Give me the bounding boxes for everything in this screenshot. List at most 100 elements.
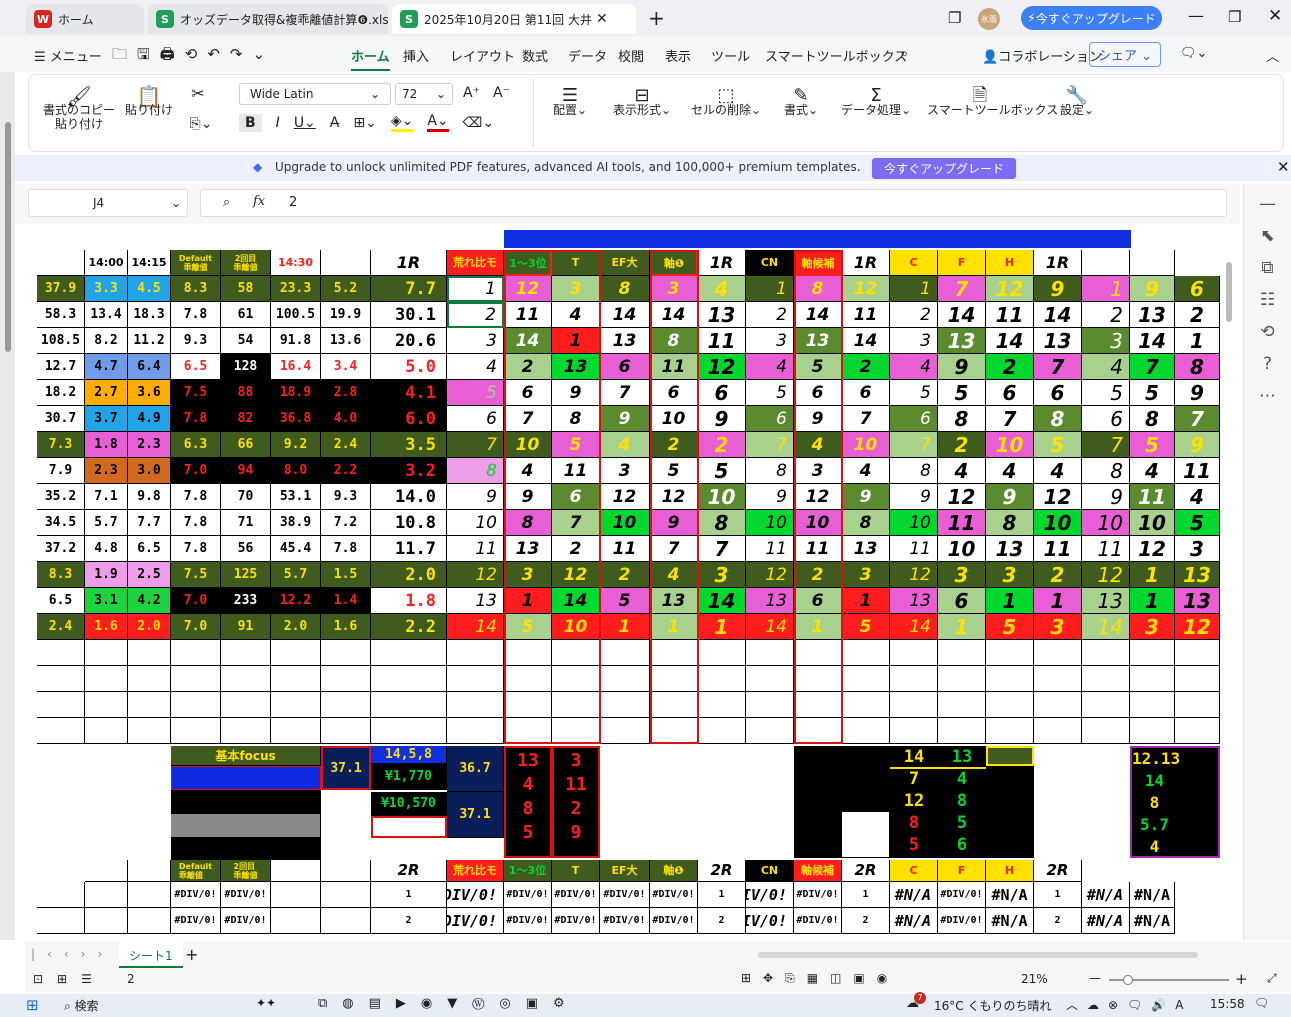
header2-cell[interactable] [321, 860, 371, 882]
table-cell[interactable]: 9 [1175, 432, 1220, 458]
empty-cell[interactable] [271, 718, 321, 744]
empty-cell[interactable] [447, 718, 504, 744]
table-cell[interactable]: 9 [447, 484, 504, 510]
table-cell[interactable]: 13 [794, 328, 842, 354]
delete-cells-button[interactable]: ⬚ セルの削除⌄ [691, 87, 761, 118]
focus-value-1[interactable]: 37.1 [321, 746, 371, 790]
name-box[interactable]: J4 ⌄ [28, 189, 188, 217]
table-cell[interactable]: 3 [986, 562, 1034, 588]
table-cell[interactable]: 8 [504, 510, 552, 536]
table-cell[interactable]: 1.8 [371, 588, 447, 614]
table-cell[interactable]: 6 [600, 354, 650, 380]
table-cell[interactable]: 11 [794, 536, 842, 562]
empty-cell[interactable] [1082, 640, 1130, 666]
empty-cell[interactable] [447, 692, 504, 718]
empty-cell[interactable] [171, 692, 221, 718]
error-cell[interactable]: #N/A [1130, 908, 1175, 934]
table-cell[interactable]: 1 [552, 328, 600, 354]
table-cell[interactable]: 5 [842, 614, 890, 640]
table-cell[interactable]: 2.0 [371, 562, 447, 588]
table-cell[interactable]: 125 [221, 562, 271, 588]
zoom-slider[interactable] [1109, 975, 1229, 985]
table-cell[interactable]: 14 [842, 328, 890, 354]
table-cell[interactable]: 7 [746, 432, 794, 458]
error-cell[interactable]: 1 [842, 882, 890, 908]
table-cell[interactable]: 10 [698, 484, 746, 510]
empty-cell[interactable] [938, 640, 986, 666]
table-cell[interactable]: 3 [698, 562, 746, 588]
error-cell[interactable]: #N/A [1082, 882, 1130, 908]
menu-home[interactable]: ホーム [351, 46, 390, 71]
empty-cell[interactable] [650, 666, 698, 692]
table-cell[interactable]: 14 [1034, 302, 1082, 328]
bold-button[interactable]: B [239, 113, 262, 132]
empty-cell[interactable] [504, 718, 552, 744]
table-cell[interactable]: 7.5 [171, 562, 221, 588]
table-cell[interactable]: 9 [746, 484, 794, 510]
error-cell[interactable]: #DIV/0! [447, 908, 504, 934]
error-cell[interactable]: #DIV/0! [600, 908, 650, 934]
table-cell[interactable]: 4 [842, 458, 890, 484]
empty-cell[interactable] [552, 718, 600, 744]
table-cell[interactable]: 13 [890, 588, 938, 614]
table-cell[interactable]: 2 [1082, 302, 1130, 328]
error-cell[interactable]: #DIV/0! [221, 908, 271, 934]
table-cell[interactable]: 12 [938, 484, 986, 510]
empty-cell[interactable] [128, 882, 171, 908]
focus-black-bar[interactable] [171, 838, 321, 860]
table-cell[interactable]: 2.7 [85, 380, 128, 406]
table-cell[interactable]: 3 [746, 328, 794, 354]
table-cell[interactable]: 14 [552, 588, 600, 614]
table-cell[interactable]: 30.1 [371, 302, 447, 328]
table-cell[interactable]: 4 [698, 276, 746, 302]
clear-icon[interactable]: ⌫⌄ [463, 115, 495, 131]
table-cell[interactable]: 1.8 [85, 432, 128, 458]
focus-value-2[interactable]: 36.7 [447, 746, 504, 792]
header2-cell[interactable] [271, 860, 321, 882]
table-cell[interactable]: 13.4 [85, 302, 128, 328]
fullscreen-icon[interactable]: ⤢ [1267, 971, 1277, 986]
header2-cell[interactable]: 2R [842, 860, 890, 882]
table-cell[interactable]: 6 [1034, 380, 1082, 406]
restore-window-icon[interactable]: ❐ [948, 9, 961, 27]
table-cell[interactable]: 4 [938, 458, 986, 484]
empty-cell[interactable] [600, 640, 650, 666]
table-cell[interactable]: 18.3 [128, 302, 171, 328]
table-cell[interactable]: 10 [890, 510, 938, 536]
table-cell[interactable]: 11 [650, 354, 698, 380]
header2-cell[interactable]: T [552, 860, 600, 882]
table-cell[interactable]: 5 [938, 380, 986, 406]
table-cell[interactable]: 7 [842, 406, 890, 432]
error-cell[interactable]: #N/A [986, 908, 1034, 934]
empty-cell[interactable] [371, 640, 447, 666]
empty-cell[interactable] [938, 718, 986, 744]
table-cell[interactable]: 9 [504, 484, 552, 510]
table-cell[interactable]: 13 [1034, 328, 1082, 354]
table-cell[interactable]: 7.3 [37, 432, 85, 458]
table-cell[interactable]: 61 [221, 302, 271, 328]
error-cell[interactable]: #DIV/0! [221, 882, 271, 908]
tab-active-file[interactable]: S 2025年10月20日 第11回 大井 ✕ [392, 4, 636, 34]
table-cell[interactable]: 4 [986, 458, 1034, 484]
table-cell[interactable]: 34.5 [37, 510, 85, 536]
table-cell[interactable]: 1 [447, 276, 504, 302]
table-cell[interactable]: 5 [1175, 510, 1220, 536]
table-cell[interactable]: 2 [890, 302, 938, 328]
smart-toolbox-button[interactable]: 🗎 スマートツールボックス [927, 87, 1058, 118]
header-cell[interactable]: Default 乖離値 [171, 250, 221, 276]
paste-button[interactable]: 📋 貼り付け [119, 86, 179, 117]
error-cell[interactable]: #N/A [1130, 882, 1175, 908]
table-cell[interactable]: 38.9 [271, 510, 321, 536]
table-cell[interactable]: 12.7 [37, 354, 85, 380]
table-cell[interactable]: 53.1 [271, 484, 321, 510]
table-cell[interactable]: 11 [447, 536, 504, 562]
table-cell[interactable]: 9 [938, 354, 986, 380]
empty-cell[interactable] [371, 666, 447, 692]
error-cell[interactable]: #N/A [986, 882, 1034, 908]
table-cell[interactable]: 6 [552, 484, 600, 510]
table-cell[interactable]: 3 [552, 276, 600, 302]
table-cell[interactable]: 5 [746, 380, 794, 406]
table-cell[interactable]: 7.0 [171, 588, 221, 614]
sheet-scrollbar[interactable] [1226, 262, 1232, 322]
focus-value-3[interactable]: 37.1 [447, 792, 504, 838]
